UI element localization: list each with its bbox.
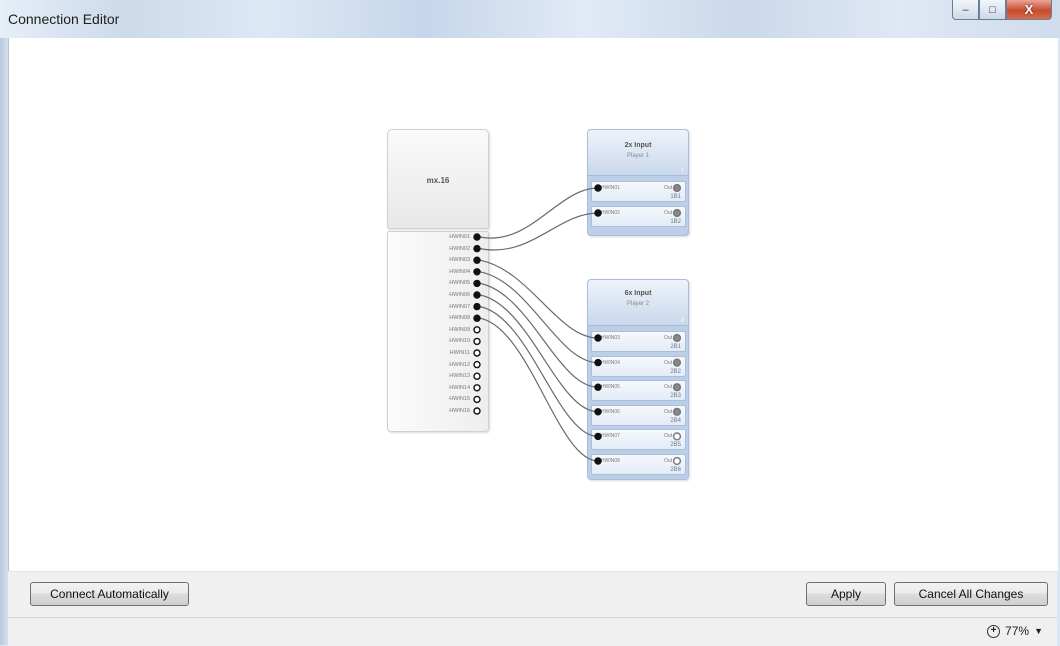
mixer-header[interactable]: mx.16 [387, 129, 489, 229]
player-1-title: 2x Input [624, 142, 652, 149]
channel-code: 2B6 [670, 467, 681, 473]
title-bar[interactable]: Connection Editor – □ X [0, 0, 1060, 38]
channel-out-label: Out [663, 433, 672, 440]
channel-input-label: HWIN05 [601, 384, 620, 391]
mixer-name: mx.16 [426, 176, 450, 185]
mixer-port-label: HWIN04 [449, 268, 470, 275]
connect-automatically-button[interactable]: Connect Automatically [30, 582, 189, 606]
cancel-all-changes-button[interactable]: Cancel All Changes [894, 582, 1048, 606]
channel-input-label: HWIN08 [601, 458, 620, 464]
chevron-down-icon[interactable]: ▼ [1034, 626, 1043, 636]
player-channel[interactable]: HWIN08 Out 2B6 [591, 454, 686, 475]
channel-out-label: Out [663, 458, 672, 464]
channel-input-label: HWIN06 [601, 408, 620, 415]
channel-input-label: HWIN07 [601, 433, 620, 440]
player-1-number: 1 [681, 168, 684, 174]
mixer-port-label: HWIN01 [449, 234, 470, 240]
window-controls: – □ X [952, 0, 1052, 20]
player-channel[interactable]: HWIN04 Out 2B2 [591, 355, 686, 377]
diagram-canvas[interactable] [8, 38, 1058, 571]
channel-out-label: Out [663, 384, 672, 391]
minimize-icon: – [962, 3, 969, 16]
zoom-level: 77% [1005, 624, 1030, 638]
channel-code: 2B5 [670, 442, 681, 449]
player-2-channels: HWIN03 Out 2B1 HWIN04 Out 2B2 HWIN05 Out 2B3 HWIN… [587, 326, 689, 480]
maximize-icon: □ [989, 3, 996, 16]
button-bar: Connect Automatically Apply Cancel All C… [8, 571, 1057, 618]
mixer-port-label: HWIN05 [449, 280, 470, 287]
channel-input-label: HWIN01 [601, 185, 620, 191]
channel-code: 2B3 [670, 393, 681, 400]
channel-input-label: HWIN02 [601, 210, 620, 216]
mixer-port-label: HWIN07 [449, 303, 470, 310]
player-channel[interactable]: HWIN01 Out 1B1 [591, 181, 686, 202]
player-2-title: 6x Input [624, 290, 652, 297]
mixer-port-label: HWIN08 [449, 315, 470, 322]
channel-out-label: Out [663, 408, 672, 415]
channel-out-label: Out [663, 185, 672, 191]
channel-input-label: HWIN03 [601, 335, 620, 341]
player-channel[interactable]: HWIN06 Out 2B4 [591, 404, 686, 426]
mixer-port-label: HWIN11 [449, 350, 470, 356]
player-channel[interactable]: HWIN02 Out 1B2 [591, 206, 686, 227]
player-1-channels: HWIN01 Out 1B1 HWIN02 Out 1B2 [587, 176, 689, 236]
zoom-in-icon[interactable]: + [987, 624, 1001, 638]
channel-input-label: HWIN04 [601, 359, 620, 366]
connection-editor-window: Connection Editor – □ X mx.16 HWIN01 HWIN… [0, 0, 1060, 646]
mixer-ports-panel: HWIN01 HWIN02 HWIN03 HWIN04 HWIN05 HWIN06 HWIN… [387, 231, 489, 432]
zoom-control[interactable]: + 77% ▼ [987, 624, 1043, 638]
maximize-button[interactable]: □ [979, 0, 1006, 20]
mixer-port-label: HWIN15 [449, 396, 470, 403]
window-title: Connection Editor [8, 11, 120, 27]
window-left-border [0, 38, 8, 645]
player-1-subtitle: Player 1 [626, 153, 649, 159]
channel-code: 2B1 [670, 344, 681, 350]
channel-code: 2B2 [670, 368, 681, 375]
apply-button[interactable]: Apply [806, 582, 886, 606]
channel-out-label: Out [663, 335, 672, 341]
player-channel[interactable]: HWIN07 Out 2B5 [591, 429, 686, 451]
mixer-port-label: HWIN03 [449, 257, 470, 264]
close-icon: X [1024, 2, 1034, 17]
mixer-port-label: HWIN12 [449, 361, 470, 368]
close-button[interactable]: X [1006, 0, 1052, 20]
player-channel[interactable]: HWIN03 Out 2B1 [591, 331, 686, 352]
mixer-port-label: HWIN02 [449, 245, 470, 252]
mixer-port-label: HWIN10 [449, 338, 470, 345]
channel-code: 1B1 [670, 194, 681, 200]
player-2-number: 2 [681, 318, 684, 324]
mixer-port-label: HWIN16 [449, 408, 470, 414]
player-channel[interactable]: HWIN05 Out 2B3 [591, 380, 686, 402]
status-bar: + 77% ▼ [8, 617, 1057, 646]
minimize-button[interactable]: – [952, 0, 979, 20]
player-2-header[interactable]: 6x Input Player 2 2 [587, 279, 689, 326]
mixer-port-label: HWIN14 [449, 384, 470, 391]
player-2-subtitle: Player 2 [626, 301, 649, 307]
channel-out-label: Out [663, 210, 672, 216]
mixer-port-label: HWIN13 [449, 373, 470, 380]
channel-out-label: Out [663, 359, 672, 366]
mixer-port-label: HWIN09 [449, 326, 470, 333]
channel-code: 2B4 [670, 417, 681, 424]
mixer-port-label: HWIN06 [449, 292, 470, 298]
channel-code: 1B2 [670, 219, 681, 225]
player-1-header[interactable]: 2x Input Player 1 1 [587, 129, 689, 176]
